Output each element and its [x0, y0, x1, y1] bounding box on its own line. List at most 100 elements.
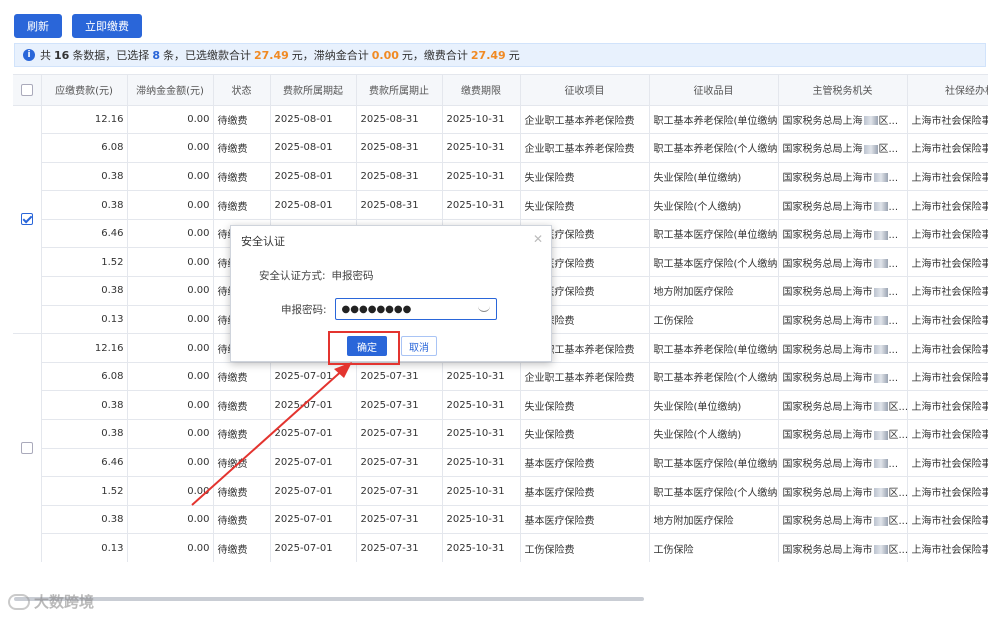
period-start-cell: 2025-08-01: [270, 133, 357, 163]
refresh-button[interactable]: 刷新: [14, 14, 62, 38]
col-header[interactable]: 缴费期限: [442, 75, 521, 106]
levy-item-cell: 失业保险费: [520, 190, 650, 220]
status-cell: 待缴费: [213, 105, 271, 135]
selected-count: 8: [152, 48, 160, 62]
col-header[interactable]: 应缴费款(元): [41, 75, 128, 106]
levy-item-cell: 企业职工基本养老保险费: [520, 362, 650, 392]
table-row[interactable]: 0.38 0.00 待缴费 2025-07-01 2025-07-31 2025-10-3…: [13, 419, 988, 449]
status-cell: 待缴费: [213, 162, 271, 192]
col-header[interactable]: 主管税务机关: [778, 75, 908, 106]
levy-item-cell: 基本医疗保险费: [520, 505, 650, 535]
status-cell: 待缴费: [213, 419, 271, 449]
table-row[interactable]: 0.380.00待缴费2025-08-012025-08-312025-10-3…: [13, 162, 988, 192]
col-header[interactable]: 征收品目: [649, 75, 779, 106]
late-fee-cell: 0.00: [127, 247, 214, 278]
select-all-cell[interactable]: [13, 75, 42, 106]
table-row[interactable]: 1.52 0.00 待缴费 2025-07-01 2025-07-31 2025-10-3…: [13, 476, 988, 506]
col-header[interactable]: 费款所属期止: [356, 75, 443, 106]
status-cell: 待缴费: [213, 390, 271, 421]
social-office-cell: 上海市社会保险事: [907, 133, 988, 163]
table-row[interactable]: 6.08 0.00 待缴费 2025-07-01 2025-07-31 2025-10-3…: [13, 362, 988, 392]
tax-authority-suffix: 区...: [878, 115, 899, 127]
tax-authority-text: 国家税务总局上海市: [782, 544, 873, 556]
redacted-block: [873, 202, 888, 212]
toolbar: 刷新 立即缴费: [14, 14, 142, 38]
social-office-cell: 上海市社会保险事: [907, 533, 988, 562]
table-row[interactable]: 6.46 0.00 待缴费 2025-07-01 2025-07-31 2025-10-3…: [13, 448, 988, 478]
social-office-cell: 上海市社会保险事: [907, 333, 988, 363]
levy-category-cell: 工伤保险: [649, 305, 779, 335]
table-row[interactable]: 6.08 0.00 待缴费 2025-08-01 2025-08-31 2025-10-3…: [13, 133, 988, 163]
redacted-block: [873, 316, 888, 326]
tax-authority-text: 国家税务总局上海市: [782, 258, 873, 270]
tax-authority-suffix: ...: [888, 230, 899, 242]
tax-authority-cell: 国家税务总局上海市...: [778, 162, 908, 192]
late-fee-cell: 0.00: [127, 105, 214, 135]
table-row[interactable]: 12.16 0.00 待缴费 2025-08-01 2025-08-31 2025-10-…: [13, 105, 988, 335]
select-all-checkbox[interactable]: [20, 83, 33, 96]
levy-item-cell: 基本医疗保险费: [520, 448, 650, 478]
period-end-cell: 2025-08-31: [356, 190, 443, 220]
group-checkbox[interactable]: [20, 213, 33, 226]
table-row[interactable]: 0.380.00待缴费2025-08-012025-08-312025-10-3…: [13, 190, 988, 220]
col-header[interactable]: 状态: [213, 75, 271, 106]
late-fee-cell: 0.00: [127, 333, 214, 363]
levy-category-cell: 职工基本养老保险(单位缴纳): [649, 105, 779, 135]
col-header[interactable]: 滞纳金金额(元): [127, 75, 214, 106]
tax-authority-text: 国家税务总局上海市: [782, 373, 873, 385]
group-select-cell[interactable]: [13, 105, 42, 335]
tax-authority-cell: 国家税务总局上海市...: [778, 190, 908, 220]
period-end-cell: 2025-07-31: [356, 533, 443, 562]
table-row[interactable]: 0.38 0.00 待缴费 2025-07-01 2025-07-31 2025-10-3…: [13, 505, 988, 535]
summary-text: 元，缴费合计: [401, 49, 468, 62]
deadline-cell: 2025-10-31: [442, 448, 521, 478]
redacted-block: [873, 516, 888, 526]
redacted-block: [873, 230, 888, 240]
levy-item-cell: 企业职工基本养老保险费: [520, 133, 650, 163]
tax-authority-text: 国家税务总局上海市: [782, 458, 873, 470]
deadline-cell: 2025-10-31: [442, 505, 521, 535]
levy-item-cell: 失业保险费: [520, 162, 650, 192]
table-row[interactable]: 0.13 0.00 待缴费 2025-07-01 2025-07-31 2025-10-3…: [13, 533, 988, 562]
pay-now-button[interactable]: 立即缴费: [72, 14, 142, 38]
levy-category-cell: 职工基本医疗保险(单位缴纳): [649, 219, 779, 249]
social-office-cell: 上海市社会保险事: [907, 362, 988, 392]
horizontal-scrollbar[interactable]: [14, 597, 644, 601]
col-header[interactable]: 征收项目: [520, 75, 650, 106]
status-cell: 待缴费: [213, 448, 271, 478]
tax-authority-cell: 国家税务总局上海市...: [778, 247, 908, 278]
period-start-cell: 2025-07-01: [270, 533, 357, 562]
dialog-title: 安全认证: [241, 235, 285, 248]
tax-authority-text: 国家税务总局上海市: [782, 172, 873, 184]
watermark-text: 大数跨境: [34, 593, 95, 611]
late-fee-cell: 0.00: [127, 476, 214, 506]
amount-cell: 1.52: [41, 247, 128, 278]
redacted-block: [873, 173, 888, 183]
late-fee-cell: 0.00: [127, 190, 214, 220]
watermark-logo-icon: [8, 593, 30, 610]
cancel-button[interactable]: 取消: [401, 336, 437, 356]
redacted-block: [873, 287, 888, 297]
col-header[interactable]: 社保经办机: [907, 75, 988, 106]
group-select-cell[interactable]: [13, 333, 42, 562]
total-count: 16: [54, 48, 70, 62]
table-row[interactable]: 0.38 0.00 待缴费 2025-07-01 2025-07-31 2025-10-3…: [13, 390, 988, 421]
social-office-cell: 上海市社会保险事: [907, 162, 988, 192]
group-checkbox[interactable]: [20, 442, 33, 455]
close-icon[interactable]: ✕: [533, 232, 543, 246]
tax-authority-cell: 国家税务总局上海市...: [778, 219, 908, 249]
status-cell: 待缴费: [213, 133, 271, 163]
deadline-cell: 2025-10-31: [442, 362, 521, 392]
tax-authority-text: 国家税务总局上海: [782, 115, 863, 127]
period-start-cell: 2025-07-01: [270, 362, 357, 392]
col-header[interactable]: 费款所属期起: [270, 75, 357, 106]
amount-cell: 6.08: [41, 362, 128, 392]
amount-cell: 6.08: [41, 133, 128, 163]
tax-authority-suffix: ...: [888, 344, 899, 356]
amount-cell: 0.38: [41, 190, 128, 220]
tax-authority-suffix: ...: [888, 458, 899, 470]
late-fee-cell: 0.00: [127, 448, 214, 478]
password-input[interactable]: ●●●●●●●●: [334, 298, 497, 320]
eye-closed-icon[interactable]: [477, 306, 490, 312]
tax-authority-text: 国家税务总局上海市: [782, 344, 873, 356]
